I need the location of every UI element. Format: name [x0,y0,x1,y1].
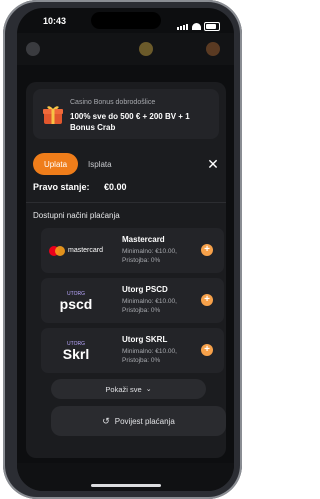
payment-method-utorg-pscd[interactable]: UTORG pscd Utorg PSCD Minimalno: €10.00,… [41,278,224,323]
payment-method-utorg-skrl[interactable]: UTORG Skrl Utorg SKRL Minimalno: €10.00,… [41,328,224,373]
method-name: Mastercard [122,235,165,244]
show-all-button[interactable]: Pokaži sve ⌄ [51,379,206,399]
method-fee: Pristojba: 0% [122,257,161,264]
show-all-label: Pokaži sve [105,384,142,394]
method-minimum: Minimalno: €10.00, [122,298,177,305]
method-fee: Pristojba: 0% [122,307,161,314]
close-icon[interactable]: ✕ [205,156,221,172]
dynamic-island [91,12,161,29]
wifi-icon [192,22,201,30]
payment-history-button[interactable]: ↺ Povijest plaćanja [51,406,226,436]
device-frame: 10:43 Casino Bonus dobrodošlice 100% sve… [0,0,245,499]
chevron-down-icon: ⌄ [145,386,152,393]
menu-icon[interactable] [26,42,40,56]
tab-deposit[interactable]: Uplata [33,153,78,175]
tab-withdraw[interactable]: Isplata [88,153,112,175]
method-minimum: Minimalno: €10.00, [122,248,177,255]
profile-icon[interactable] [206,42,220,56]
divider [26,202,226,203]
mastercard-logo: mastercard [47,234,105,267]
method-minimum: Minimalno: €10.00, [122,348,177,355]
utorg-pscd-logo: UTORG pscd [47,284,105,317]
add-icon[interactable]: + [201,244,213,256]
utorg-skrl-logo: UTORG Skrl [47,334,105,367]
method-name: Utorg PSCD [122,285,168,294]
phone-body: 10:43 Casino Bonus dobrodošlice 100% sve… [3,0,242,499]
method-name: Utorg SKRL [122,335,168,344]
mastercard-wordmark: mastercard [67,247,103,254]
add-icon[interactable]: + [201,294,213,306]
mastercard-circles-icon [48,245,65,256]
status-bar: 10:43 [17,8,234,32]
promo-text: 100% sve do 500 € + 200 BV + 1 Bonus Cra… [70,112,190,132]
method-fee: Pristojba: 0% [122,357,161,364]
balance-label: Pravo stanje: [33,182,90,192]
payment-history-label: Povijest plaćanja [114,416,175,426]
section-title: Dostupni načini plaćanja [33,211,120,220]
status-time: 10:43 [43,16,67,26]
add-icon[interactable]: + [201,344,213,356]
promo-title: Casino Bonus dobrodošlice [70,99,156,106]
phone-screen: 10:43 Casino Bonus dobrodošlice 100% sve… [17,8,234,491]
history-icon: ↺ [102,415,110,426]
deposit-panel: Casino Bonus dobrodošlice 100% sve do 50… [26,82,226,458]
app-header [17,33,234,65]
balance-value: €0.00 [104,182,127,192]
home-indicator [91,484,161,487]
battery-icon [204,21,220,31]
gift-icon [43,106,63,124]
skrl-wordmark: Skrl [62,345,90,362]
pscd-wordmark: pscd [59,295,93,312]
bonus-promo-card[interactable]: Casino Bonus dobrodošlice 100% sve do 50… [33,89,219,139]
payment-method-mastercard[interactable]: mastercard Mastercard Minimalno: €10.00,… [41,228,224,273]
coin-icon[interactable] [139,42,153,56]
